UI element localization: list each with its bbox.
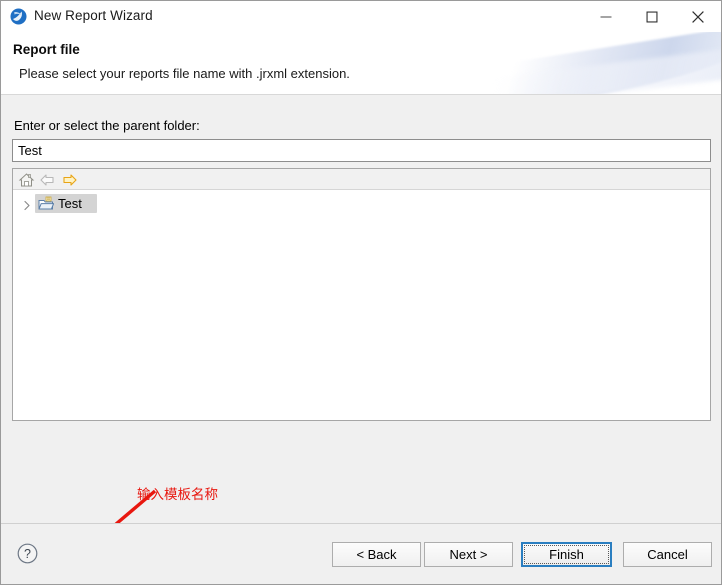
tree-row[interactable]: Test <box>13 194 710 213</box>
page-description: Please select your reports file name wit… <box>19 66 350 81</box>
tree-item-test[interactable]: Test <box>35 194 97 213</box>
page-title: Report file <box>13 42 80 57</box>
forward-arrow-icon[interactable] <box>61 172 78 188</box>
wizard-header: Report file Please select your reports f… <box>1 32 721 95</box>
close-button[interactable] <box>675 1 721 32</box>
maximize-button[interactable] <box>629 1 675 32</box>
chevron-right-icon[interactable] <box>22 198 32 211</box>
folder-tree-panel[interactable]: Test <box>12 168 711 421</box>
back-arrow-icon[interactable] <box>39 172 56 188</box>
home-icon[interactable] <box>18 172 35 188</box>
maximize-icon <box>646 11 658 22</box>
folder-icon <box>38 196 55 211</box>
minimize-button[interactable] <box>583 1 629 32</box>
new-report-wizard-dialog: New Report Wizard Report file Please sel… <box>0 0 722 585</box>
svg-text:?: ? <box>24 547 31 561</box>
finish-button-label: Finish <box>549 547 584 562</box>
parent-folder-value: Test <box>18 143 42 158</box>
jaspersoft-logo-icon <box>10 8 27 25</box>
finish-button[interactable]: Finish <box>521 542 612 567</box>
title-bar: New Report Wizard <box>1 1 721 32</box>
parent-folder-input[interactable]: Test <box>12 139 711 162</box>
wizard-body: Enter or select the parent folder: Test <box>1 95 721 554</box>
back-button[interactable]: < Back <box>332 542 421 567</box>
wizard-footer: ? < Back Next > Finish Cancel https://bl… <box>1 524 721 584</box>
cancel-button[interactable]: Cancel <box>623 542 712 567</box>
annotation-text: 输入模板名称 <box>137 487 218 503</box>
next-button[interactable]: Next > <box>424 542 513 567</box>
close-icon <box>692 10 704 23</box>
minimize-icon <box>600 16 612 17</box>
window-title: New Report Wizard <box>34 8 153 23</box>
tree-toolbar <box>13 169 710 190</box>
parent-folder-label: Enter or select the parent folder: <box>14 118 200 133</box>
tree-item-label: Test <box>58 196 82 211</box>
help-icon[interactable]: ? <box>17 543 38 564</box>
